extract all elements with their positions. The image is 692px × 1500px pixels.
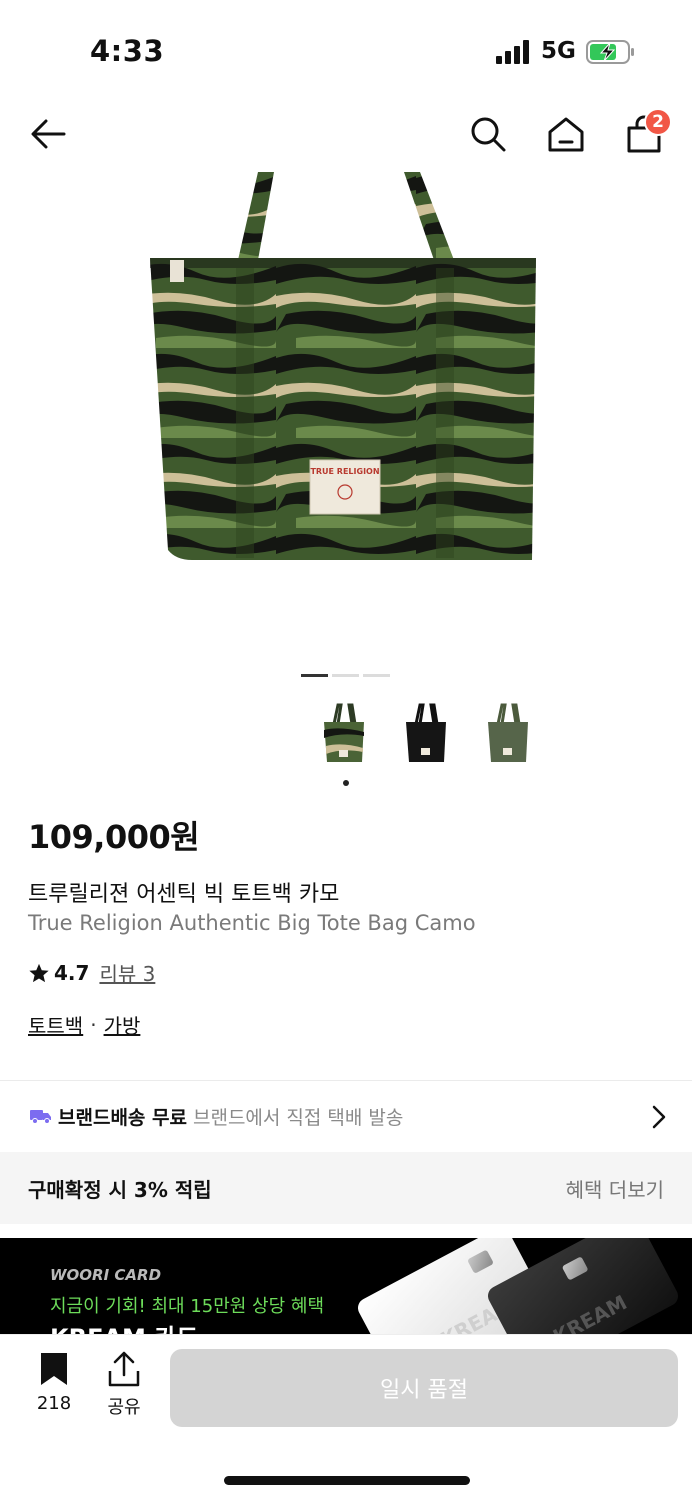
- home-icon: [548, 117, 584, 152]
- bookmark-count: 218: [36, 1393, 72, 1414]
- status-bar: 4:33 5G: [0, 0, 692, 100]
- pager-dot: [332, 674, 359, 677]
- status-time: 4:33: [90, 34, 165, 68]
- search-button[interactable]: [464, 110, 512, 158]
- svg-text:TRUE RELIGION: TRUE RELIGION: [310, 467, 379, 476]
- thumbnail-camo[interactable]: [318, 700, 370, 766]
- shipping-title: 브랜드배송 무료: [58, 1106, 187, 1129]
- card-chip: [467, 1249, 494, 1274]
- delivery-truck-icon: [30, 1110, 51, 1124]
- selected-thumbnail-indicator: [343, 780, 349, 786]
- chevron-right-icon: [652, 1105, 666, 1129]
- thumbnail-olive[interactable]: [482, 700, 534, 766]
- product-image[interactable]: TRUE RELIGION: [0, 168, 692, 658]
- home-indicator: [224, 1476, 470, 1485]
- pager-dot: [363, 674, 390, 677]
- search-icon: [471, 117, 506, 152]
- thumbnail-black[interactable]: [400, 700, 452, 766]
- banner-promo-text: 지금이 기회! 최대 15만원 상당 혜택: [50, 1296, 325, 1317]
- category-links: 토트백 · 가방: [28, 1010, 140, 1039]
- color-thumbnails: [318, 700, 534, 766]
- benefit-text: 구매확정 시 3% 적립: [28, 1177, 212, 1202]
- tote-bag-image: TRUE RELIGION: [150, 172, 536, 560]
- category-separator: ·: [90, 1012, 97, 1037]
- card-promo-banner[interactable]: WOORI CARD 지금이 기회! 최대 15만원 상당 혜택 KREAM 카…: [0, 1238, 692, 1334]
- banner-title: KREAM 카드: [50, 1318, 198, 1334]
- tote-bag-thumbnail: [324, 703, 364, 762]
- category-link-tote[interactable]: 토트백: [28, 1010, 83, 1039]
- product-price: 109,000원: [28, 818, 200, 856]
- sold-out-button[interactable]: 일시 품절: [170, 1349, 678, 1427]
- shipping-info-row[interactable]: 브랜드배송 무료 브랜드에서 직접 택배 발송: [0, 1081, 692, 1151]
- shipping-description: 브랜드에서 직접 택배 발송: [192, 1106, 404, 1129]
- signal-icon: [496, 40, 529, 64]
- bookmark-button[interactable]: 218: [24, 1351, 84, 1414]
- cart-button[interactable]: 2: [620, 108, 672, 158]
- rating-row: 4.7 리뷰 3: [28, 958, 155, 987]
- benefit-more-link[interactable]: 혜택 더보기: [566, 1174, 664, 1203]
- pager-dot: [301, 674, 328, 677]
- network-label: 5G: [541, 38, 576, 64]
- share-button[interactable]: 공유: [96, 1351, 152, 1419]
- share-label: 공유: [107, 1397, 141, 1418]
- tote-bag-thumbnail: [488, 703, 528, 762]
- card-chip: [561, 1256, 589, 1281]
- cart-count-badge: 2: [644, 108, 672, 136]
- review-link[interactable]: 리뷰 3: [99, 958, 155, 987]
- rating-score: 4.7: [54, 960, 90, 985]
- product-name-en: True Religion Authentic Big Tote Bag Cam…: [28, 911, 476, 935]
- product-name-ko: 트루릴리젼 어센틱 빅 토트백 카모: [28, 882, 340, 907]
- image-pager: [301, 674, 390, 677]
- share-icon: [108, 1351, 140, 1387]
- card-logo: KREAM: [548, 1290, 631, 1334]
- arrow-left-icon: [31, 119, 66, 149]
- back-button[interactable]: [24, 110, 72, 158]
- tote-bag-thumbnail: [406, 703, 446, 762]
- benefit-row: 구매확정 시 3% 적립 혜택 더보기: [0, 1152, 692, 1224]
- bookmark-icon: [41, 1353, 67, 1385]
- home-button[interactable]: [542, 110, 590, 158]
- top-navigation: 2: [0, 100, 692, 168]
- battery-charging-icon: [586, 40, 634, 64]
- banner-brand: WOORI CARD: [50, 1266, 162, 1284]
- category-link-bag[interactable]: 가방: [104, 1010, 141, 1039]
- star-icon: [29, 963, 49, 982]
